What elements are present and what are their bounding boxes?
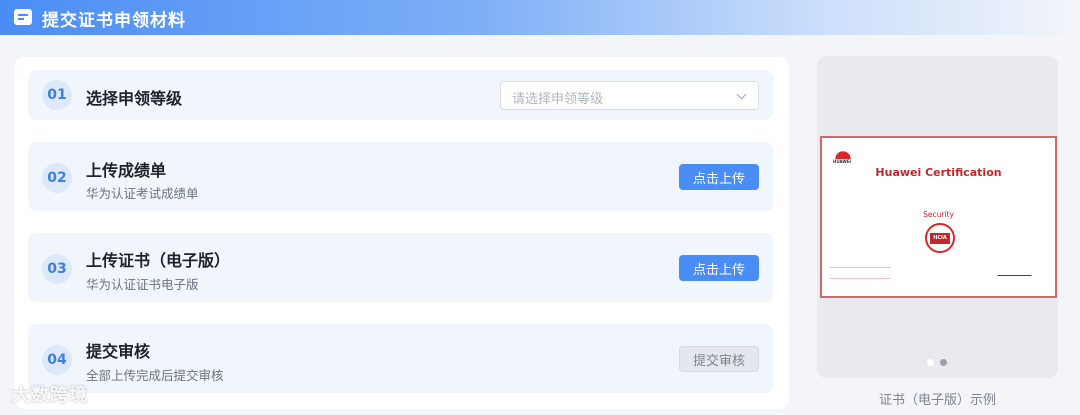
carousel-dot-active[interactable] [940, 359, 947, 366]
certificate-track: Security [923, 210, 954, 219]
step-title: 上传成绩单 [86, 161, 167, 180]
steps-panel: 01 选择申领等级 请选择申领等级 02 上传成绩单 华为认证考试成绩单 点击上… [14, 57, 789, 409]
level-select[interactable]: 请选择申领等级 [500, 81, 759, 110]
step-number: 01 [42, 80, 72, 110]
page-header: 提交证书申领材料 [0, 0, 1080, 35]
submit-review-button[interactable]: 提交审核 [679, 346, 759, 372]
step-title: 提交审核 [86, 342, 151, 361]
carousel-dot[interactable] [927, 359, 934, 366]
step-number: 04 [42, 345, 72, 375]
certificate-title: Huawei Certification [875, 166, 1002, 179]
certificate-badge: HCIA [930, 232, 950, 244]
certificate-brand: HUAWEI [833, 159, 852, 164]
step-submit-review: 04 提交审核 全部上传完成后提交审核 提交审核 [28, 324, 773, 393]
step-subtitle: 华为认证考试成绩单 [86, 186, 199, 201]
step-subtitle: 全部上传完成后提交审核 [86, 368, 224, 383]
certificate-preview-carousel: HUAWEI Huawei Certification Security HCI… [817, 56, 1058, 378]
preview-caption: 证书（电子版）示例 [878, 393, 996, 408]
certificate-fine-print [830, 267, 890, 279]
step-number: 02 [42, 163, 72, 193]
page-title: 提交证书申领材料 [42, 11, 186, 31]
step-upload-transcript: 02 上传成绩单 华为认证考试成绩单 点击上传 [28, 142, 773, 211]
step-number: 03 [42, 254, 72, 284]
watermark: 大数跨境 [12, 385, 88, 406]
upload-transcript-button[interactable]: 点击上传 [679, 164, 759, 190]
document-icon [14, 9, 32, 25]
step-title: 上传证书（电子版） [86, 251, 231, 270]
chevron-down-icon [736, 89, 747, 100]
step-select-level: 01 选择申领等级 请选择申领等级 [28, 70, 773, 120]
carousel-indicators [927, 359, 947, 366]
huawei-logo-icon [835, 149, 851, 159]
signature-icon [997, 264, 1035, 276]
step-upload-certificate: 03 上传证书（电子版） 华为认证证书电子版 点击上传 [28, 233, 773, 302]
certificate-seal-icon: HCIA [925, 223, 955, 253]
upload-certificate-button[interactable]: 点击上传 [679, 255, 759, 281]
level-select-placeholder: 请选择申领等级 [512, 92, 604, 107]
step-title: 选择申领等级 [86, 89, 183, 108]
certificate-sample-image: HUAWEI Huawei Certification Security HCI… [820, 136, 1057, 298]
step-subtitle: 华为认证证书电子版 [86, 277, 199, 292]
